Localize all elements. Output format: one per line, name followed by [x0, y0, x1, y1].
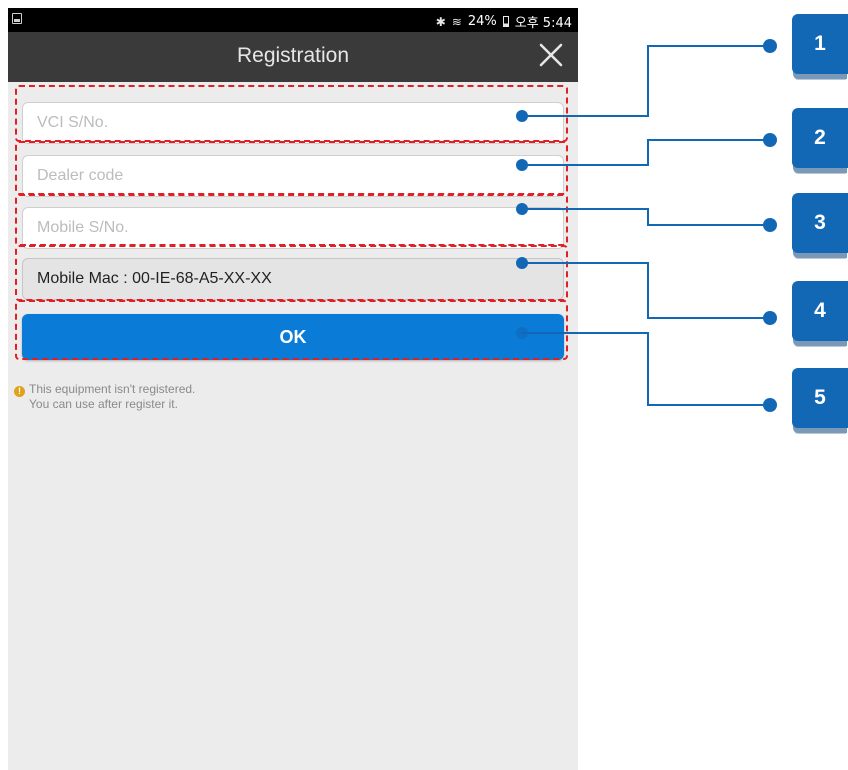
phone-screen: ✱ ≋ 24% 오후 5:44 Registration Mobile Mac … — [8, 8, 578, 770]
battery-percent: 24% — [467, 14, 497, 29]
title-bar: Registration — [8, 32, 578, 82]
callout-badge-2: 2 — [792, 108, 848, 168]
status-bar: ✱ ≋ 24% 오후 5:44 — [8, 8, 578, 32]
notice-line-2: You can use after register it. — [29, 397, 178, 411]
callout-badge-4: 4 — [792, 281, 848, 341]
callout-badge-3: 3 — [792, 193, 848, 253]
registration-notice: ! This equipment isn't registered. You ca… — [14, 382, 195, 411]
mobile-mac-field: Mobile Mac : 00-IE-68-A5-XX-XX — [22, 258, 564, 300]
ok-button[interactable]: OK — [22, 314, 564, 360]
wifi-icon: ≋ — [451, 14, 462, 29]
callout-dot-5b — [763, 398, 777, 412]
status-right: ✱ ≋ 24% 오후 5:44 — [436, 12, 572, 31]
vci-serial-input[interactable] — [22, 102, 564, 144]
clock: 오후 5:44 — [514, 16, 572, 31]
mobile-serial-input[interactable] — [22, 207, 564, 249]
registration-form: Mobile Mac : 00-IE-68-A5-XX-XX OK ! This … — [8, 82, 578, 770]
battery-icon — [502, 16, 509, 27]
bluetooth-icon: ✱ — [435, 14, 446, 29]
page-title: Registration — [236, 44, 350, 67]
callout-dot-2b — [763, 133, 777, 147]
dealer-code-input[interactable] — [22, 155, 564, 197]
notice-line-1: This equipment isn't registered. — [29, 382, 196, 396]
callout-dot-4b — [763, 311, 777, 325]
info-icon: ! — [14, 386, 25, 397]
callout-dot-1b — [763, 39, 777, 53]
callout-badge-5: 5 — [792, 368, 848, 428]
image-icon — [12, 13, 22, 24]
callout-badge-1: 1 — [792, 14, 848, 74]
close-icon[interactable] — [538, 42, 564, 68]
callout-dot-3b — [763, 218, 777, 232]
